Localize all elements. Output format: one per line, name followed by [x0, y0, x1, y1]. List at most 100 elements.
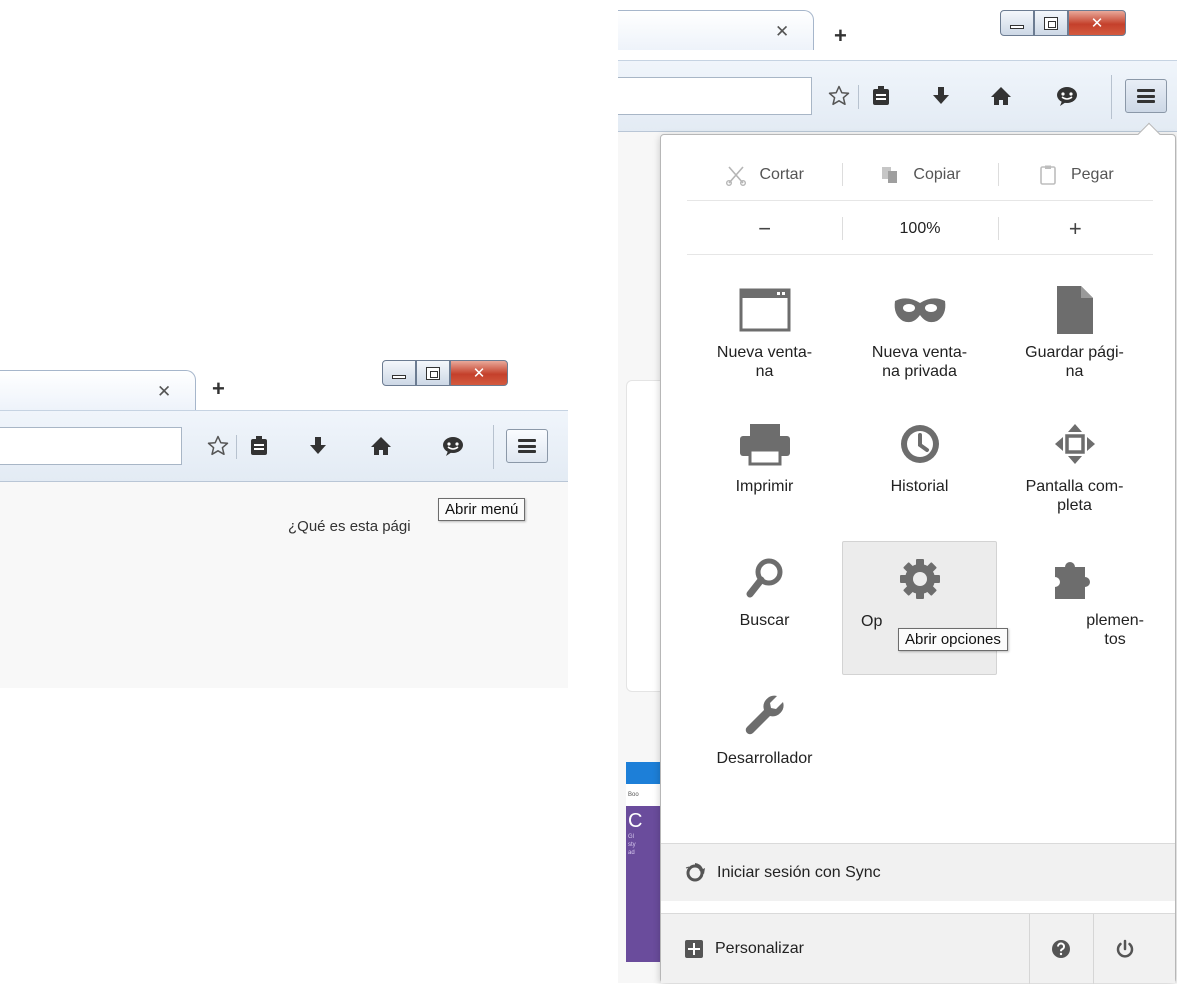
- sync-icon: [685, 862, 705, 883]
- zoom-out-button[interactable]: −: [687, 203, 842, 254]
- sync-label: Iniciar sesión con Sync: [717, 863, 881, 881]
- help-button[interactable]: [1029, 914, 1091, 984]
- nav-toolbar: [618, 60, 1177, 132]
- tab-current[interactable]: ✕: [0, 370, 196, 410]
- restore-icon: [426, 366, 440, 380]
- quit-button[interactable]: [1093, 914, 1155, 984]
- site-thumbnail[interactable]: Boo C Gl sty ad: [626, 762, 662, 962]
- tab-current[interactable]: ✕: [618, 10, 814, 50]
- chat-icon[interactable]: [1054, 83, 1080, 109]
- url-bar[interactable]: [618, 77, 812, 115]
- download-icon[interactable]: [928, 83, 954, 109]
- zoom-in-button[interactable]: +: [997, 203, 1153, 254]
- find-button[interactable]: Buscar: [687, 541, 842, 675]
- find-label: Buscar: [739, 612, 790, 629]
- history-button[interactable]: Historial: [842, 407, 997, 541]
- puzzle-icon: [1051, 551, 1099, 605]
- download-icon[interactable]: [305, 433, 331, 459]
- home-icon[interactable]: [368, 433, 394, 459]
- open-menu-tooltip: Abrir menú: [438, 498, 526, 521]
- customize-plus-icon: [685, 939, 703, 958]
- browser-window-closed-menu: ✕ + ✕ ¿Qué es esta pági Abrir menú: [0, 360, 568, 688]
- cut-label: Cortar: [759, 165, 804, 183]
- window-controls: ✕: [382, 360, 508, 386]
- window-icon: [739, 283, 791, 337]
- fullscreen-icon: [1053, 417, 1097, 471]
- copy-icon: [879, 164, 901, 186]
- paste-button[interactable]: Pegar: [997, 149, 1153, 200]
- new-window-button[interactable]: Nueva venta- na: [687, 273, 842, 407]
- new-tab-button[interactable]: +: [834, 25, 847, 47]
- page-link-text[interactable]: ¿Qué es esta pági: [288, 518, 411, 535]
- toolbar-separator: [858, 85, 859, 109]
- minimize-button[interactable]: [382, 360, 416, 386]
- print-button[interactable]: Imprimir: [687, 407, 842, 541]
- gear-icon: [898, 552, 942, 606]
- sync-row[interactable]: Iniciar sesión con Sync: [661, 843, 1175, 901]
- restore-icon: [1044, 16, 1058, 30]
- history-label: Historial: [890, 478, 949, 495]
- printer-icon: [738, 417, 792, 471]
- app-menu-panel: Cortar Copiar Pegar − 100% + Nueva venta…: [660, 122, 1176, 984]
- home-icon[interactable]: [988, 83, 1014, 109]
- developer-label: Desarrollador: [716, 750, 813, 767]
- bookmarks-menu-icon[interactable]: [868, 83, 894, 109]
- minimize-button[interactable]: [1000, 10, 1034, 36]
- thumbnail-subbar: Boo: [626, 784, 662, 806]
- zoom-controls: − 100% +: [687, 203, 1153, 255]
- url-bar[interactable]: [0, 427, 182, 465]
- thumbnail-body: C Gl sty ad: [626, 806, 662, 962]
- new-window-label: Nueva venta- na: [716, 344, 813, 380]
- zoom-reset-button[interactable]: 100%: [842, 203, 997, 254]
- new-tab-button[interactable]: +: [212, 378, 225, 400]
- search-icon: [745, 551, 785, 605]
- print-label: Imprimir: [735, 478, 794, 495]
- addons-button[interactable]: plemen- tos: [997, 541, 1152, 675]
- open-menu-button[interactable]: [1125, 79, 1167, 113]
- maximize-button[interactable]: [1034, 10, 1068, 36]
- toolbar-separator: [236, 435, 237, 459]
- maximize-button[interactable]: [416, 360, 450, 386]
- copy-label: Copiar: [913, 165, 961, 183]
- window-controls: ✕: [1000, 10, 1126, 36]
- wrench-icon: [743, 689, 787, 743]
- new-private-window-button[interactable]: Nueva venta- na privada: [842, 273, 997, 407]
- nav-toolbar: [0, 410, 568, 482]
- edit-controls: Cortar Copiar Pegar: [687, 149, 1153, 201]
- copy-button[interactable]: Copiar: [842, 149, 997, 200]
- bookmarks-menu-icon[interactable]: [246, 433, 272, 459]
- page-icon: [1055, 283, 1095, 337]
- bookmark-star-icon[interactable]: [826, 83, 852, 109]
- clipboard-icon: [1037, 164, 1059, 186]
- chat-icon[interactable]: [440, 433, 466, 459]
- developer-button[interactable]: Desarrollador: [687, 679, 842, 813]
- hamburger-icon: [1137, 89, 1155, 103]
- scissors-icon: [725, 164, 747, 186]
- hamburger-icon: [518, 439, 536, 453]
- fullscreen-button[interactable]: Pantalla com- pleta: [997, 407, 1152, 541]
- close-window-button[interactable]: ✕: [450, 360, 508, 386]
- save-page-button[interactable]: Guardar pági- na: [997, 273, 1152, 407]
- addons-label: plemen- tos: [1086, 612, 1144, 648]
- customize-label[interactable]: Personalizar: [715, 940, 804, 958]
- toolbar-separator: [493, 425, 494, 469]
- close-icon[interactable]: ✕: [157, 383, 171, 400]
- close-icon[interactable]: ✕: [775, 23, 789, 40]
- open-menu-button[interactable]: [506, 429, 548, 463]
- save-page-label: Guardar pági- na: [1025, 344, 1124, 380]
- minimize-icon: [392, 375, 406, 379]
- thumbnail-header: [626, 762, 662, 784]
- bookmark-star-icon[interactable]: [205, 433, 231, 459]
- help-icon: [1051, 940, 1070, 958]
- options-button[interactable]: Op: [842, 541, 997, 675]
- clock-icon: [898, 417, 942, 471]
- power-icon: [1116, 939, 1133, 958]
- fullscreen-label: Pantalla com- pleta: [1025, 478, 1124, 514]
- mask-icon: [893, 283, 947, 337]
- close-window-button[interactable]: ✕: [1068, 10, 1126, 36]
- new-private-window-label: Nueva venta- na privada: [871, 344, 968, 380]
- thumbnail-text: Gl sty ad: [628, 834, 636, 856]
- cut-button[interactable]: Cortar: [687, 149, 842, 200]
- options-label: Op: [861, 613, 883, 630]
- minimize-icon: [1010, 25, 1024, 29]
